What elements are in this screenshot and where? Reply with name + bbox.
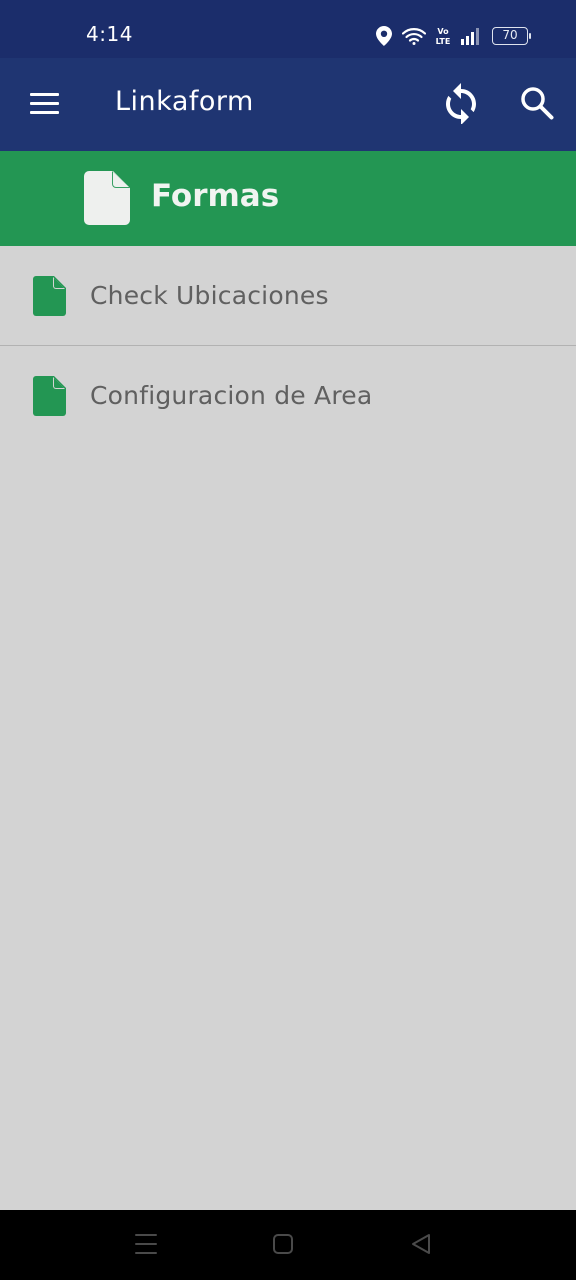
volte-lte-text: LTE bbox=[436, 37, 450, 46]
back-icon bbox=[412, 1234, 430, 1254]
search-icon bbox=[521, 87, 554, 120]
system-nav-bar bbox=[0, 1210, 576, 1280]
document-icon bbox=[84, 171, 130, 230]
sync-icon bbox=[446, 83, 476, 125]
home-icon bbox=[273, 1234, 293, 1254]
volte-icon: Vo LTE bbox=[436, 26, 450, 46]
wifi-icon bbox=[402, 27, 426, 45]
search-button[interactable] bbox=[518, 84, 558, 124]
list-item-check-ubicaciones[interactable]: Check Ubicaciones bbox=[0, 246, 576, 346]
location-icon bbox=[376, 26, 392, 46]
recents-icon bbox=[135, 1234, 157, 1254]
form-label: Configuracion de Area bbox=[90, 381, 373, 410]
home-button[interactable] bbox=[272, 1232, 294, 1261]
document-icon bbox=[33, 376, 66, 421]
back-button[interactable] bbox=[410, 1232, 432, 1261]
section-header: Formas bbox=[0, 151, 576, 246]
battery-icon: 70 bbox=[492, 27, 531, 45]
form-label: Check Ubicaciones bbox=[90, 281, 329, 310]
app-bar: Linkaform bbox=[0, 58, 576, 151]
section-title: Formas bbox=[151, 178, 280, 214]
volte-vo-text: Vo bbox=[437, 27, 449, 36]
menu-button[interactable] bbox=[28, 91, 62, 117]
status-bar: 4:14 Vo LTE 70 bbox=[0, 0, 576, 58]
app-title: Linkaform bbox=[115, 86, 254, 117]
status-icons: Vo LTE 70 bbox=[376, 24, 531, 48]
status-time: 4:14 bbox=[86, 22, 133, 46]
sync-button[interactable] bbox=[442, 82, 480, 125]
hamburger-menu-icon-line bbox=[30, 111, 59, 114]
list-item-configuracion-de-area[interactable]: Configuracion de Area bbox=[0, 346, 576, 446]
recents-button[interactable] bbox=[135, 1232, 157, 1261]
hamburger-menu-icon-line bbox=[30, 102, 59, 105]
document-icon bbox=[33, 276, 66, 321]
form-list: Check Ubicaciones Configuracion de Area bbox=[0, 246, 576, 446]
signal-icon bbox=[460, 27, 482, 45]
hamburger-menu-icon-line bbox=[30, 93, 59, 96]
